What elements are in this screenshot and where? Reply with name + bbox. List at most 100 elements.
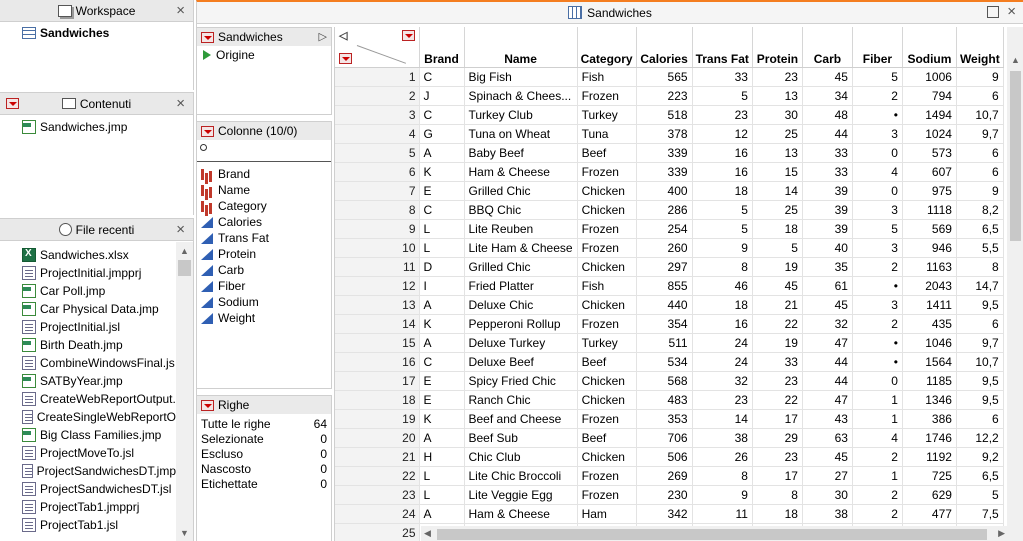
column-header[interactable]: Calories: [636, 27, 693, 68]
table-cell[interactable]: 4: [852, 428, 903, 448]
contents-menu-icon[interactable]: [6, 98, 19, 109]
row-state-item[interactable]: Nascosto 0: [201, 462, 327, 477]
table-row[interactable]: 1 C Big Fish Fish 565 33 23 45 5 1006 9: [335, 67, 1004, 87]
table-cell[interactable]: 30: [752, 105, 803, 125]
table-cell[interactable]: 569: [902, 219, 957, 239]
table-cell[interactable]: 21: [752, 295, 803, 315]
table-cell[interactable]: 9: [692, 238, 753, 258]
contents-item[interactable]: Sandwiches.jmp: [0, 118, 193, 136]
table-cell[interactable]: 1024: [902, 124, 957, 144]
table-cell[interactable]: Fried Platter: [464, 276, 578, 296]
table-cell[interactable]: 1494: [902, 105, 957, 125]
table-row[interactable]: 14 K Pepperoni Rollup Frozen 354 16 22 32 2 435 6: [335, 314, 1004, 334]
table-cell[interactable]: 47: [802, 390, 853, 410]
table-cell[interactable]: 9,7: [956, 333, 1004, 353]
table-cell[interactable]: 9: [956, 181, 1004, 201]
table-cell[interactable]: 6,5: [956, 219, 1004, 239]
table-cell[interactable]: Turkey: [577, 105, 637, 125]
table-cell[interactable]: 3: [852, 238, 903, 258]
table-cell[interactable]: 286: [636, 200, 693, 220]
table-cell[interactable]: 706: [636, 428, 693, 448]
scroll-thumb[interactable]: [178, 260, 191, 276]
table-cell[interactable]: E: [419, 181, 465, 201]
table-cell[interactable]: Chicken: [577, 371, 637, 391]
table-cell[interactable]: 9,5: [956, 371, 1004, 391]
table-cell[interactable]: Ham & Cheese: [464, 162, 578, 182]
table-cell[interactable]: •: [852, 333, 903, 353]
table-cell[interactable]: 2: [852, 504, 903, 524]
table-cell[interactable]: Pepperoni Rollup: [464, 314, 578, 334]
table-cell[interactable]: Frozen: [577, 409, 637, 429]
table-cell[interactable]: 5: [692, 86, 753, 106]
table-cell[interactable]: 4: [852, 162, 903, 182]
table-cell[interactable]: 14,7: [956, 276, 1004, 296]
scroll-thumb[interactable]: [437, 529, 987, 540]
table-cell[interactable]: Fish: [577, 67, 637, 87]
table-cell[interactable]: E: [419, 371, 465, 391]
table-cell[interactable]: H: [419, 447, 465, 467]
table-cell[interactable]: 32: [802, 314, 853, 334]
table-cell[interactable]: Lite Veggie Egg: [464, 485, 578, 505]
column-filter-field[interactable]: [197, 140, 331, 162]
table-row[interactable]: 4 G Tuna on Wheat Tuna 378 12 25 44 3 1024 9,7: [335, 124, 1004, 144]
table-cell[interactable]: 8: [692, 257, 753, 277]
table-cell[interactable]: BBQ Chic: [464, 200, 578, 220]
table-cell[interactable]: 61: [802, 276, 853, 296]
table-cell[interactable]: •: [852, 105, 903, 125]
table-cell[interactable]: Ham: [577, 504, 637, 524]
table-cell[interactable]: 534: [636, 352, 693, 372]
row-number[interactable]: 8: [335, 200, 420, 220]
table-cell[interactable]: Beef: [577, 352, 637, 372]
table-cell[interactable]: 12: [692, 124, 753, 144]
source-script[interactable]: Origine: [197, 46, 331, 62]
table-cell[interactable]: 15: [752, 162, 803, 182]
table-cell[interactable]: E: [419, 390, 465, 410]
table-row[interactable]: 2 J Spinach & Chees... Frozen 223 5 13 34 2 794 6: [335, 86, 1004, 106]
table-cell[interactable]: 7,5: [956, 504, 1004, 524]
table-cell[interactable]: 19: [752, 333, 803, 353]
column-list-item[interactable]: Weight: [197, 310, 331, 326]
column-header[interactable]: Carb: [802, 27, 853, 68]
recent-file-item[interactable]: SATByYear.jmp: [0, 372, 176, 390]
table-cell[interactable]: 5,5: [956, 238, 1004, 258]
table-cell[interactable]: 29: [752, 428, 803, 448]
table-cell[interactable]: Turkey: [577, 333, 637, 353]
recent-file-item[interactable]: ProjectInitial.jsl: [0, 318, 176, 336]
table-cell[interactable]: 23: [692, 105, 753, 125]
table-row[interactable]: 13 A Deluxe Chic Chicken 440 18 21 45 3 1411 9,5: [335, 295, 1004, 315]
table-cell[interactable]: 11: [692, 504, 753, 524]
table-cell[interactable]: 19: [752, 257, 803, 277]
table-row[interactable]: 17 E Spicy Fried Chic Chicken 568 32 23 44 0 1185…: [335, 371, 1004, 391]
column-header[interactable]: Protein: [752, 27, 803, 68]
table-cell[interactable]: A: [419, 143, 465, 163]
table-cell[interactable]: K: [419, 162, 465, 182]
grid-vertical-scrollbar[interactable]: ▲: [1007, 27, 1023, 541]
table-cell[interactable]: 1411: [902, 295, 957, 315]
table-cell[interactable]: Beef: [577, 428, 637, 448]
table-cell[interactable]: 16: [692, 162, 753, 182]
table-cell[interactable]: 1046: [902, 333, 957, 353]
table-cell[interactable]: 10,7: [956, 352, 1004, 372]
table-row[interactable]: 23 L Lite Veggie Egg Frozen 230 9 8 30 2 629 5: [335, 485, 1004, 505]
table-cell[interactable]: Chic Club: [464, 447, 578, 467]
row-state-item[interactable]: Selezionate 0: [201, 432, 327, 447]
table-cell[interactable]: 44: [802, 371, 853, 391]
table-cell[interactable]: C: [419, 200, 465, 220]
table-row[interactable]: 12 I Fried Platter Fish 855 46 45 61 • 2043 14,7: [335, 276, 1004, 296]
table-cell[interactable]: Ranch Chic: [464, 390, 578, 410]
table-cell[interactable]: 6: [956, 143, 1004, 163]
table-cell[interactable]: 3: [852, 295, 903, 315]
window-close-icon[interactable]: ×: [1007, 3, 1016, 20]
recent-file-item[interactable]: ProjectTab1.jmpprj: [0, 498, 176, 516]
scroll-right-icon[interactable]: ▶: [998, 528, 1005, 539]
table-cell[interactable]: •: [852, 276, 903, 296]
table-cell[interactable]: 2043: [902, 276, 957, 296]
table-cell[interactable]: 223: [636, 86, 693, 106]
table-cell[interactable]: 17: [752, 466, 803, 486]
row-number[interactable]: 2: [335, 86, 420, 106]
table-cell[interactable]: Chicken: [577, 447, 637, 467]
table-cell[interactable]: 5: [692, 200, 753, 220]
row-number[interactable]: 15: [335, 333, 420, 353]
column-list-item[interactable]: Fiber: [197, 278, 331, 294]
table-cell[interactable]: 38: [802, 504, 853, 524]
